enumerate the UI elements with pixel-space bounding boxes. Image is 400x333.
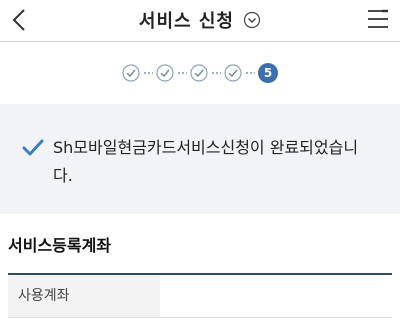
step-complete-icon (122, 64, 140, 82)
table-row: 사용계좌 (8, 275, 392, 318)
step-connector (177, 72, 187, 74)
step-complete-icon (224, 64, 242, 82)
step-connector (211, 72, 221, 74)
step-connector (245, 72, 255, 74)
result-panel: Sh모바일현금카드서비스신청이 완료되었습니다. (0, 104, 400, 214)
account-label: 사용계좌 (8, 275, 160, 317)
step-complete-icon (190, 64, 208, 82)
chevron-down-icon[interactable] (243, 11, 261, 29)
section-title: 서비스등록계좌 (8, 236, 112, 255)
check-icon (22, 139, 44, 156)
page-title: 서비스 신청 (138, 11, 234, 32)
step-connector (143, 72, 153, 74)
step-indicator: 5 (0, 55, 400, 91)
current-step-badge: 5 (258, 63, 278, 83)
completion-message: Sh모바일현금카드서비스신청이 완료되었습니다. (53, 138, 359, 185)
step-complete-icon (156, 64, 174, 82)
menu-icon[interactable] (366, 7, 390, 33)
account-value (160, 275, 392, 317)
title-area: 서비스 신청 (0, 7, 400, 33)
app-header: 서비스 신청 (0, 0, 400, 42)
account-table: 사용계좌 (8, 273, 392, 318)
